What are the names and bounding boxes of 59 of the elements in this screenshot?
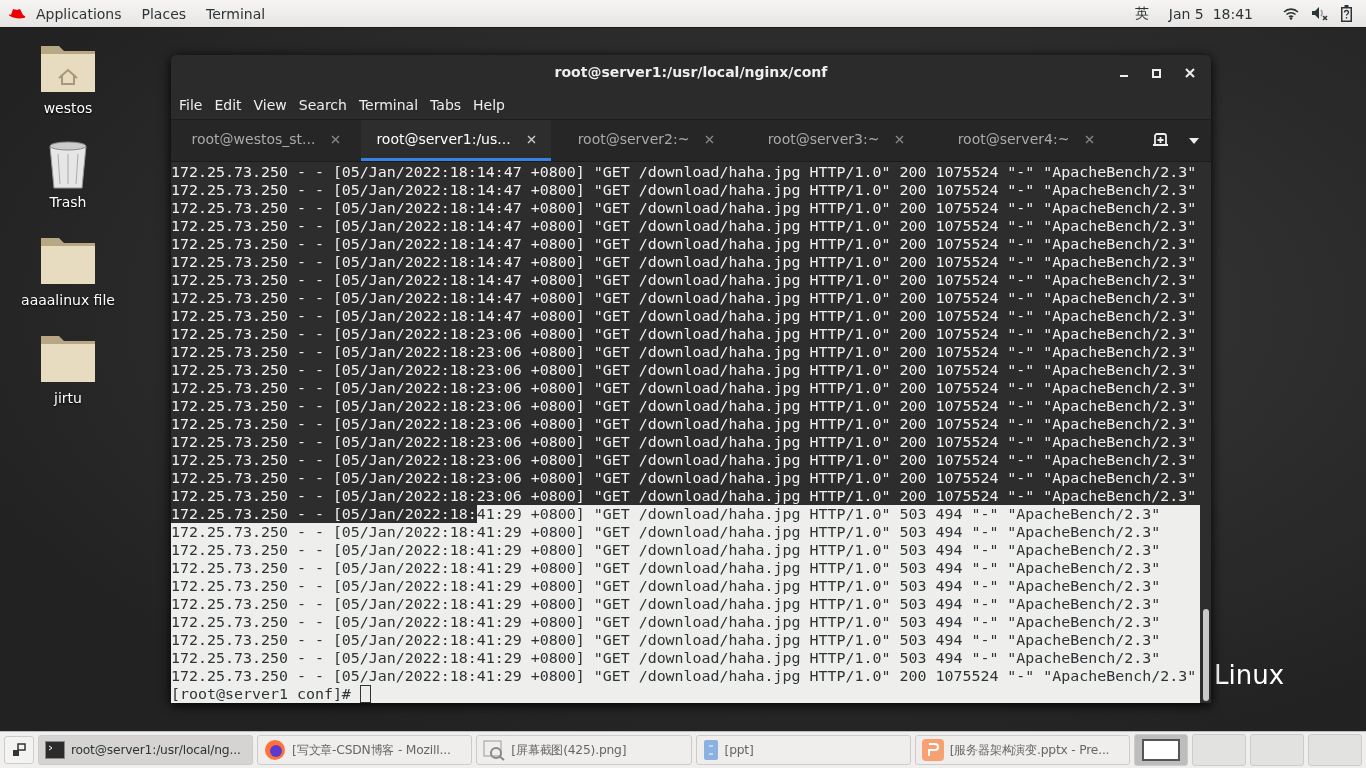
menu-item[interactable]: Search (292, 96, 353, 113)
terminal-text: 172.25.73.250 - - [05/Jan/2022:18: (171, 505, 477, 523)
terminal-tab[interactable]: root@westos_st... (171, 120, 361, 161)
selected-terminal-text: 172.25.73.250 - - [05/Jan/2022:18:41:29 +0800] "GET /download/haha.jpg HTTP/1.0" 503 494 "-" "ApacheBench/2.3" (171, 595, 1161, 613)
menu-item[interactable]: File (173, 96, 209, 113)
terminal-text: 172.25.73.250 - - [05/Jan/2022:18:14:47 +0800] "GET /download/haha.jpg HTTP/1.0" 200 1075524 "-" "ApacheBench/2.3" (171, 163, 1197, 181)
terminal-text: 172.25.73.250 - - [05/Jan/2022:18:14:47 +0800] "GET /download/haha.jpg HTTP/1.0" 200 1075524 "-" "ApacheBench/2.3" (171, 289, 1197, 307)
terminal-text: 172.25.73.250 - - [05/Jan/2022:18:14:47 +0800] "GET /download/haha.jpg HTTP/1.0" 200 1075524 "-" "ApacheBench/2.3" (171, 253, 1197, 271)
terminal-text: 172.25.73.250 - - [05/Jan/2022:18:23:06 +0800] "GET /download/haha.jpg HTTP/1.0" 200 1075524 "-" "ApacheBench/2.3" (171, 487, 1197, 505)
terminal-text: 172.25.73.250 - - [05/Jan/2022:18:23:06 +0800] "GET /download/haha.jpg HTTP/1.0" 200 1075524 "-" "ApacheBench/2.3" (171, 451, 1197, 469)
window-title: root@server1:/usr/local/nginx/conf (554, 64, 828, 81)
menu-item[interactable]: Edit (208, 96, 248, 113)
selected-terminal-text: 41:29 +0800] "GET /download/haha.jpg HTTP/1.0" 503 494 "-" "ApacheBench/2.3" (476, 505, 1161, 523)
taskbar-window-button[interactable]: root@server1:/usr/local/ng... (37, 735, 254, 765)
menu-item[interactable]: Terminal (352, 96, 425, 113)
terminal-text: 172.25.73.250 - - [05/Jan/2022:18:14:47 +0800] "GET /download/haha.jpg HTTP/1.0" 200 1075524 "-" "ApacheBench/2.3" (171, 307, 1197, 325)
terminal-tab[interactable]: root@server1:/us... (361, 120, 551, 161)
panel-menu[interactable]: Terminal (196, 5, 276, 22)
selected-terminal-text: 172.25.73.250 - - [05/Jan/2022:18:41:29 +0800] "GET /download/haha.jpg HTTP/1.0" 503 494 "-" "ApacheBench/2.3" (171, 577, 1161, 595)
desktop-icon-label[interactable]: jirtu (54, 390, 82, 406)
panel-menu[interactable]: Applications (26, 5, 132, 22)
input-method-indicator[interactable]: 英 (1124, 4, 1159, 23)
terminal-text: 172.25.73.250 - - [05/Jan/2022:18:23:06 +0800] "GET /download/haha.jpg HTTP/1.0" 200 1075524 "-" "ApacheBench/2.3" (171, 433, 1197, 451)
desktop-icon-label[interactable]: aaaalinux file (21, 292, 115, 308)
terminal-text: 172.25.73.250 - - [05/Jan/2022:18:14:47 +0800] "GET /download/haha.jpg HTTP/1.0" 200 1075524 "-" "ApacheBench/2.3" (171, 199, 1197, 217)
terminal-text: 172.25.73.250 - - [05/Jan/2022:18:14:47 +0800] "GET /download/haha.jpg HTTP/1.0" 200 1075524 "-" "ApacheBench/2.3" (171, 235, 1197, 253)
selected-terminal-text: 172.25.73.250 - - [05/Jan/2022:18:41:29 +0800] "GET /download/haha.jpg HTTP/1.0" 503 494 "-" "ApacheBench/2.3" (171, 649, 1161, 667)
taskbar-window-button[interactable]: [写文章-CSDN博客 - Mozill... (257, 735, 473, 765)
selected-terminal-text: 172.25.73.250 - - [05/Jan/2022:18:41:29 +0800] "GET /download/haha.jpg HTTP/1.0" 503 494 "-" "ApacheBench/2.3" (171, 541, 1161, 559)
selected-terminal-text: 172.25.73.250 - - [05/Jan/2022:18:41:29 +0800] "GET /download/haha.jpg HTTP/1.0" 503 494 "-" "ApacheBench/2.3" (171, 523, 1161, 541)
terminal-text: 172.25.73.250 - - [05/Jan/2022:18:23:06 +0800] "GET /download/haha.jpg HTTP/1.0" 200 1075524 "-" "ApacheBench/2.3" (171, 415, 1197, 433)
terminal-text: 172.25.73.250 - - [05/Jan/2022:18:14:47 +0800] "GET /download/haha.jpg HTTP/1.0" 200 1075524 "-" "ApacheBench/2.3" (171, 217, 1197, 235)
terminal-text: 172.25.73.250 - - [05/Jan/2022:18:14:47 +0800] "GET /download/haha.jpg HTTP/1.0" 200 1075524 "-" "ApacheBench/2.3" (171, 181, 1197, 199)
desktop-icon-label[interactable]: Trash (49, 194, 87, 210)
terminal-tab[interactable]: root@server4:~ (931, 120, 1121, 161)
panel-menu[interactable]: Places (131, 5, 197, 22)
selected-terminal-text: 172.25.73.250 - - [05/Jan/2022:18:41:29 +0800] "GET /download/haha.jpg HTTP/1.0" 503 494 "-" "ApacheBench/2.3" (171, 613, 1161, 631)
terminal-text: 172.25.73.250 - - [05/Jan/2022:18:23:06 +0800] "GET /download/haha.jpg HTTP/1.0" 200 1075524 "-" "ApacheBench/2.3" (171, 379, 1197, 397)
selected-terminal-text: 172.25.73.250 - - [05/Jan/2022:18:41:29 +0800] "GET /download/haha.jpg HTTP/1.0" 200 1075524 "-" "ApacheBench/2.3" (171, 667, 1197, 685)
wallpaper-text: Linux (1214, 660, 1285, 690)
selected-terminal-text: [root@server1 conf]# (171, 685, 360, 703)
terminal-text: 172.25.73.250 - - [05/Jan/2022:18:14:47 +0800] "GET /download/haha.jpg HTTP/1.0" 200 1075524 "-" "ApacheBench/2.3" (171, 271, 1197, 289)
selected-terminal-text: 172.25.73.250 - - [05/Jan/2022:18:41:29 +0800] "GET /download/haha.jpg HTTP/1.0" 503 494 "-" "ApacheBench/2.3" (171, 559, 1161, 577)
terminal-tab[interactable]: root@server2:~ (551, 120, 741, 161)
taskbar-window-button[interactable]: [服务器架构演变.pptx - Pre... (914, 735, 1130, 765)
terminal-text: 172.25.73.250 - - [05/Jan/2022:18:23:06 +0800] "GET /download/haha.jpg HTTP/1.0" 200 1075524 "-" "ApacheBench/2.3" (171, 469, 1197, 487)
taskbar-window-button[interactable]: [屏幕截图(425).png] (476, 735, 692, 765)
clock[interactable]: Jan 5 18:41 (1158, 5, 1263, 22)
selected-terminal-text: 172.25.73.250 - - [05/Jan/2022:18:41:29 +0800] "GET /download/haha.jpg HTTP/1.0" 503 494 "-" "ApacheBench/2.3" (171, 631, 1161, 649)
terminal-text: 172.25.73.250 - - [05/Jan/2022:18:23:06 +0800] "GET /download/haha.jpg HTTP/1.0" 200 1075524 "-" "ApacheBench/2.3" (171, 325, 1197, 343)
desktop-icon-label[interactable]: westos (43, 100, 93, 116)
terminal-tab[interactable]: root@server3:~ (741, 120, 931, 161)
terminal-text: 172.25.73.250 - - [05/Jan/2022:18:23:06 +0800] "GET /download/haha.jpg HTTP/1.0" 200 1075524 "-" "ApacheBench/2.3" (171, 361, 1197, 379)
menu-item[interactable]: View (247, 96, 293, 113)
terminal-text: 172.25.73.250 - - [05/Jan/2022:18:23:06 +0800] "GET /download/haha.jpg HTTP/1.0" 200 1075524 "-" "ApacheBench/2.3" (171, 397, 1197, 415)
menu-item[interactable]: Tabs (424, 96, 468, 113)
menu-item[interactable]: Help (467, 96, 511, 113)
terminal-text: 172.25.73.250 - - [05/Jan/2022:18:23:06 +0800] "GET /download/haha.jpg HTTP/1.0" 200 1075524 "-" "ApacheBench/2.3" (171, 343, 1197, 361)
taskbar-window-button[interactable]: [ppt] (695, 735, 911, 765)
